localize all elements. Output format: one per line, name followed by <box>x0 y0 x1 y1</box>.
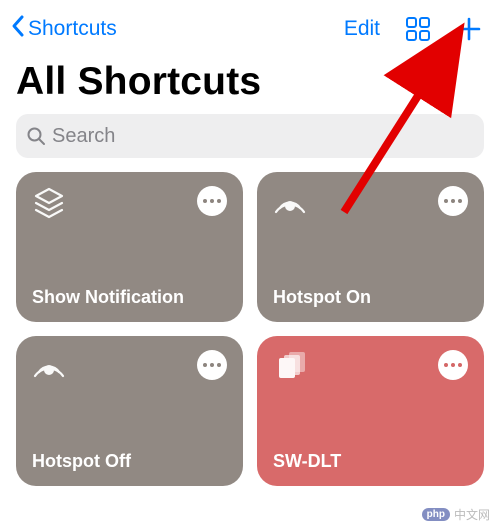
watermark-logo: php <box>422 508 450 521</box>
search-bar[interactable] <box>16 114 484 158</box>
tile-menu-button[interactable] <box>197 350 227 380</box>
nav-bar: Shortcuts Edit <box>0 0 500 52</box>
add-shortcut-button[interactable] <box>456 16 482 42</box>
shortcut-tile[interactable]: SW-DLT <box>257 336 484 486</box>
hotspot-icon <box>32 350 66 389</box>
grid-view-button[interactable] <box>404 15 432 43</box>
back-label: Shortcuts <box>28 17 117 41</box>
tile-label: Hotspot On <box>273 287 468 308</box>
tile-label: SW-DLT <box>273 451 468 472</box>
tile-label: Show Notification <box>32 287 227 308</box>
watermark-text: 中文网 <box>454 506 490 523</box>
page-title: All Shortcuts <box>0 52 500 114</box>
tile-menu-button[interactable] <box>197 186 227 216</box>
tile-menu-button[interactable] <box>438 186 468 216</box>
edit-button[interactable]: Edit <box>344 17 380 41</box>
chevron-left-icon <box>10 14 26 44</box>
hotspot-icon <box>273 186 307 225</box>
shortcuts-grid: Show Notification Hotspot On Hotspot Off… <box>0 172 500 502</box>
nav-actions: Edit <box>344 15 482 43</box>
back-button[interactable]: Shortcuts <box>10 14 117 44</box>
plus-icon <box>456 16 482 42</box>
shortcut-tile[interactable]: Hotspot Off <box>16 336 243 486</box>
shortcut-tile[interactable]: Hotspot On <box>257 172 484 322</box>
search-icon <box>26 126 46 146</box>
layers-icon <box>32 186 66 225</box>
cards-icon <box>273 350 307 389</box>
watermark: php 中文网 <box>422 506 490 523</box>
shortcut-tile[interactable]: Show Notification <box>16 172 243 322</box>
grid-icon <box>404 15 432 43</box>
tile-menu-button[interactable] <box>438 350 468 380</box>
tile-label: Hotspot Off <box>32 451 227 472</box>
search-input[interactable] <box>52 125 474 148</box>
